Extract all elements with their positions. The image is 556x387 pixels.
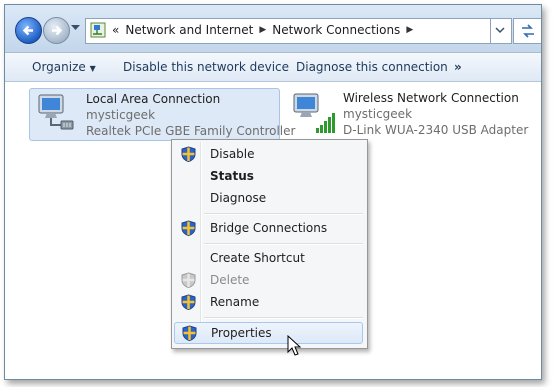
menu-item-bridge-connections[interactable]: Bridge Connections bbox=[174, 218, 363, 238]
diagnose-connection-button[interactable]: Diagnose this connection bbox=[296, 60, 448, 74]
organize-button[interactable]: Organize ▼ bbox=[32, 60, 96, 74]
more-commands-button[interactable]: » bbox=[454, 60, 462, 74]
uac-shield-icon bbox=[181, 220, 196, 236]
menu-separator bbox=[204, 213, 363, 215]
connection-name: Wireless Network Connection bbox=[343, 91, 519, 105]
organize-label: Organize bbox=[32, 60, 86, 74]
wireless-network-icon bbox=[293, 93, 335, 133]
menu-separator bbox=[204, 243, 363, 245]
wired-network-icon bbox=[38, 94, 74, 130]
breadcrumb-arrow-icon[interactable]: ▶ bbox=[259, 25, 266, 35]
uac-shield-icon bbox=[181, 294, 196, 310]
recent-pages-dropdown-icon[interactable] bbox=[71, 25, 80, 31]
menu-item-status[interactable]: Status bbox=[174, 166, 363, 186]
network-location-icon bbox=[90, 22, 106, 38]
breadcrumb-overflow-chevron[interactable]: « bbox=[112, 23, 119, 37]
breadcrumb: « Network and Internet ▶ Network Connect… bbox=[112, 23, 413, 37]
menu-item-label: Delete bbox=[210, 273, 250, 287]
connection-adapter: Realtek PCIe GBE Family Controller bbox=[86, 124, 296, 138]
menu-separator bbox=[204, 317, 363, 319]
menu-item-disable[interactable]: Disable bbox=[174, 144, 363, 164]
menu-item-label: Bridge Connections bbox=[210, 221, 328, 235]
menu-item-delete: Delete bbox=[174, 270, 363, 290]
breadcrumb-network-and-internet[interactable]: Network and Internet bbox=[125, 23, 253, 37]
connection-item-local-area[interactable]: Local Area Connection mysticgeek Realtek… bbox=[29, 88, 295, 141]
refresh-icon bbox=[522, 24, 534, 38]
menu-item-rename[interactable]: Rename bbox=[174, 292, 363, 312]
menu-item-diagnose[interactable]: Diagnose bbox=[174, 188, 363, 208]
network-connections-window: « Network and Internet ▶ Network Connect… bbox=[4, 4, 542, 380]
menu-item-label: Status bbox=[210, 169, 254, 183]
breadcrumb-network-connections[interactable]: Network Connections bbox=[272, 23, 400, 37]
forward-button[interactable] bbox=[43, 17, 70, 44]
connection-network: mysticgeek bbox=[86, 108, 156, 122]
menu-item-label: Disable bbox=[210, 147, 255, 161]
disable-network-device-button[interactable]: Disable this network device bbox=[123, 60, 289, 74]
uac-shield-icon bbox=[181, 146, 196, 162]
back-icon bbox=[22, 25, 33, 36]
menu-item-create-shortcut[interactable]: Create Shortcut bbox=[174, 248, 363, 268]
menu-item-label: Create Shortcut bbox=[210, 251, 305, 265]
refresh-button[interactable] bbox=[513, 18, 541, 44]
context-menu: Disable Status Diagnose Bridge Connectio… bbox=[171, 139, 368, 349]
menu-item-properties[interactable]: Properties bbox=[174, 322, 363, 344]
address-bar-area: « Network and Internet ▶ Network Connect… bbox=[5, 5, 541, 53]
uac-shield-icon bbox=[182, 325, 197, 341]
connection-adapter: D-Link WUA-2340 USB Adapter bbox=[343, 123, 529, 137]
command-toolbar: Organize ▼ Disable this network device D… bbox=[5, 53, 541, 82]
mouse-pointer-icon bbox=[287, 335, 301, 356]
connection-name: Local Area Connection bbox=[86, 92, 221, 106]
chevron-down-icon: ▼ bbox=[89, 64, 96, 73]
breadcrumb-arrow-icon[interactable]: ▶ bbox=[406, 25, 413, 35]
chevron-down-icon bbox=[495, 27, 505, 34]
address-dropdown-button[interactable] bbox=[491, 18, 512, 44]
address-box[interactable]: « Network and Internet ▶ Network Connect… bbox=[85, 18, 491, 44]
connection-item-wireless[interactable]: Wireless Network Connection mysticgeek D… bbox=[287, 88, 529, 139]
menu-item-label: Diagnose bbox=[210, 191, 267, 205]
uac-shield-icon bbox=[181, 272, 196, 288]
back-button[interactable] bbox=[15, 17, 42, 44]
connection-network: mysticgeek bbox=[343, 107, 413, 121]
forward-icon bbox=[52, 25, 63, 36]
menu-item-label: Rename bbox=[210, 295, 260, 309]
menu-item-label: Properties bbox=[211, 326, 272, 340]
